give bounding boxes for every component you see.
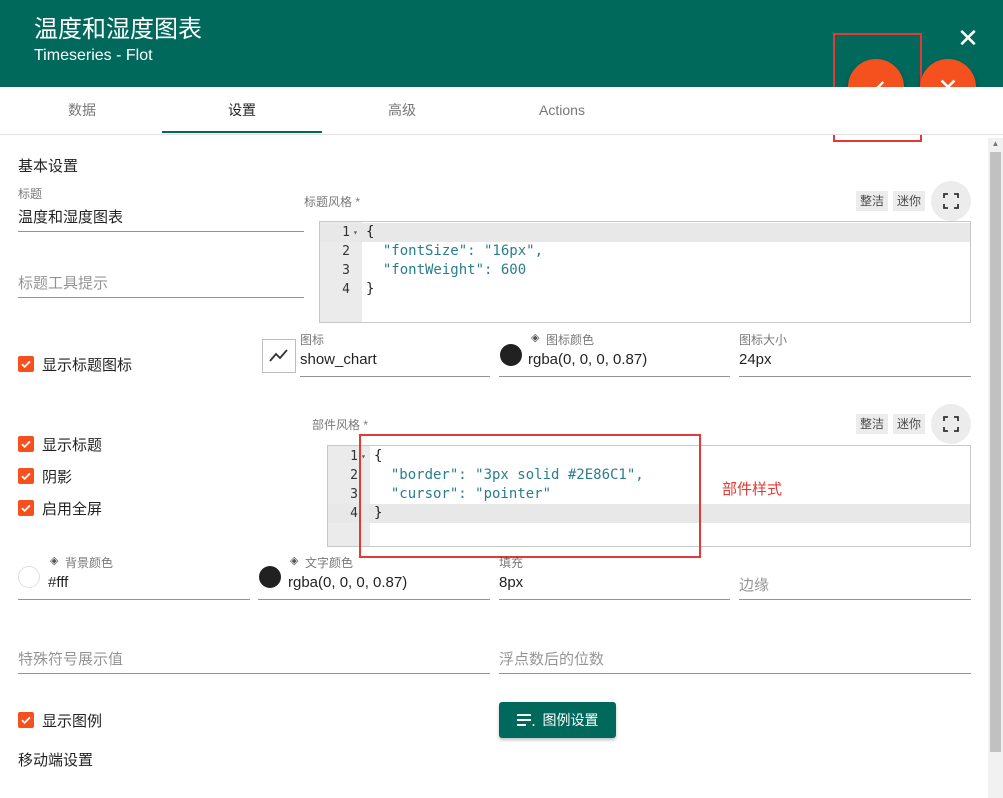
padding-label: 填充 <box>499 556 524 570</box>
fold-arrow-icon[interactable]: ▾ <box>353 228 358 237</box>
enable-fullscreen-label: 启用全屏 <box>42 501 103 518</box>
margin-input[interactable]: 边缘 <box>739 574 769 595</box>
text-color-label: 文字颜色 <box>305 556 354 570</box>
enable-fullscreen-checkbox[interactable] <box>18 500 34 516</box>
line-number: 2 <box>350 468 358 483</box>
title-style-mini-button[interactable]: 迷你 <box>893 191 926 211</box>
icon-picker-button[interactable] <box>262 339 296 373</box>
line-number: 1 <box>342 225 350 240</box>
widget-style-fullscreen-button[interactable] <box>931 404 971 444</box>
fill-color-icon: ◈ <box>290 555 299 567</box>
title-tooltip-underline <box>18 297 304 298</box>
icon-size-underline <box>739 376 971 377</box>
code-line: "fontSize": "16px", <box>366 243 544 259</box>
padding-underline <box>499 599 730 600</box>
check-icon <box>21 472 31 481</box>
bg-color-underline <box>18 599 250 600</box>
widget-style-mini-button[interactable]: 迷你 <box>893 414 926 434</box>
show-title-label: 显示标题 <box>42 437 103 454</box>
show-title-icon-checkbox[interactable] <box>18 356 34 372</box>
title-field-underline <box>18 231 304 232</box>
title-style-fullscreen-button[interactable] <box>931 181 971 221</box>
line-number: 3 <box>350 487 358 502</box>
decimals-input[interactable]: 浮点数后的位数 <box>499 648 604 669</box>
show-legend-label: 显示图例 <box>42 713 103 730</box>
line-number: 4 <box>342 282 350 297</box>
check-icon <box>21 504 31 513</box>
widget-style-tidy-button[interactable]: 整洁 <box>856 414 889 434</box>
tab-bar: 数据 设置 高级 Actions <box>0 87 1003 135</box>
icon-color-swatch[interactable] <box>500 344 522 366</box>
bg-color-label: 背景颜色 <box>65 556 114 570</box>
widget-style-label: 部件风格 * <box>312 418 369 432</box>
mobile-settings-heading: 移动端设置 <box>18 752 94 769</box>
line-number: 1 <box>350 449 358 464</box>
tab-active-indicator <box>162 131 322 133</box>
title-field-input[interactable]: 温度和湿度图表 <box>18 206 123 227</box>
title-style-editor[interactable]: 1 2 3 4 ▾ { "fontSize": "16px", "fontWei… <box>319 221 971 323</box>
basic-settings-heading: 基本设置 <box>18 158 79 175</box>
dialog-title: 温度和湿度图表 <box>34 16 202 43</box>
fill-color-icon: ◈ <box>50 555 59 567</box>
text-color-swatch[interactable] <box>259 566 281 588</box>
icon-size-label: 图标大小 <box>739 333 788 347</box>
code-line: } <box>366 281 375 297</box>
scroll-up-arrow-icon[interactable]: ▲ <box>990 138 1001 150</box>
special-symbol-input[interactable]: 特殊符号展示值 <box>18 648 123 669</box>
editor-active-line <box>320 223 970 242</box>
text-color-underline <box>258 599 490 600</box>
close-icon[interactable]: ✕ <box>954 24 982 52</box>
highlight-box-widget-style <box>359 434 701 558</box>
list-icon <box>516 714 534 726</box>
text-color-input[interactable]: rgba(0, 0, 0, 0.87) <box>288 574 407 591</box>
fullscreen-icon <box>943 193 959 209</box>
code-line: "fontWeight": 600 <box>366 262 527 278</box>
icon-field-label: 图标 <box>300 333 325 347</box>
tab-actions[interactable]: Actions <box>482 87 642 134</box>
margin-underline <box>739 599 971 600</box>
icon-field-input[interactable]: show_chart <box>300 351 377 368</box>
dialog-subtitle: Timeseries - Flot <box>34 47 153 64</box>
code-line: { <box>366 224 375 240</box>
title-tooltip-input[interactable]: 标题工具提示 <box>18 272 108 293</box>
tab-advanced[interactable]: 高级 <box>322 87 482 134</box>
fullscreen-icon <box>943 416 959 432</box>
title-style-tidy-button[interactable]: 整洁 <box>856 191 889 211</box>
show-title-checkbox[interactable] <box>18 436 34 452</box>
show-chart-icon <box>269 349 288 362</box>
check-icon <box>21 360 31 369</box>
line-number: 4 <box>350 506 358 521</box>
fill-color-icon: ◈ <box>531 332 540 344</box>
icon-color-underline <box>499 376 730 377</box>
tab-settings[interactable]: 设置 <box>162 87 322 134</box>
icon-size-input[interactable]: 24px <box>739 351 772 368</box>
scrollbar-thumb[interactable] <box>990 152 1001 752</box>
icon-color-label: 图标颜色 <box>546 333 595 347</box>
shadow-checkbox[interactable] <box>18 468 34 484</box>
line-number: 2 <box>342 244 350 259</box>
line-number: 3 <box>342 263 350 278</box>
show-title-icon-label: 显示标题图标 <box>42 357 133 374</box>
legend-settings-label: 图例设置 <box>542 712 599 728</box>
bg-color-swatch[interactable] <box>18 566 40 588</box>
icon-color-input[interactable]: rgba(0, 0, 0, 0.87) <box>528 351 647 368</box>
decimals-underline <box>499 673 971 674</box>
show-legend-checkbox[interactable] <box>18 712 34 728</box>
shadow-label: 阴影 <box>42 469 73 486</box>
widget-style-annotation: 部件样式 <box>722 481 783 498</box>
check-icon <box>21 440 31 449</box>
legend-settings-button[interactable]: 图例设置 <box>499 702 616 738</box>
special-symbol-underline <box>18 673 490 674</box>
bg-color-input[interactable]: #fff <box>48 574 68 591</box>
padding-input[interactable]: 8px <box>499 574 523 591</box>
icon-field-underline <box>300 376 490 377</box>
tab-data[interactable]: 数据 <box>2 87 162 134</box>
title-style-label: 标题风格 * <box>304 195 361 209</box>
title-field-label: 标题 <box>18 187 43 201</box>
check-icon <box>21 716 31 725</box>
